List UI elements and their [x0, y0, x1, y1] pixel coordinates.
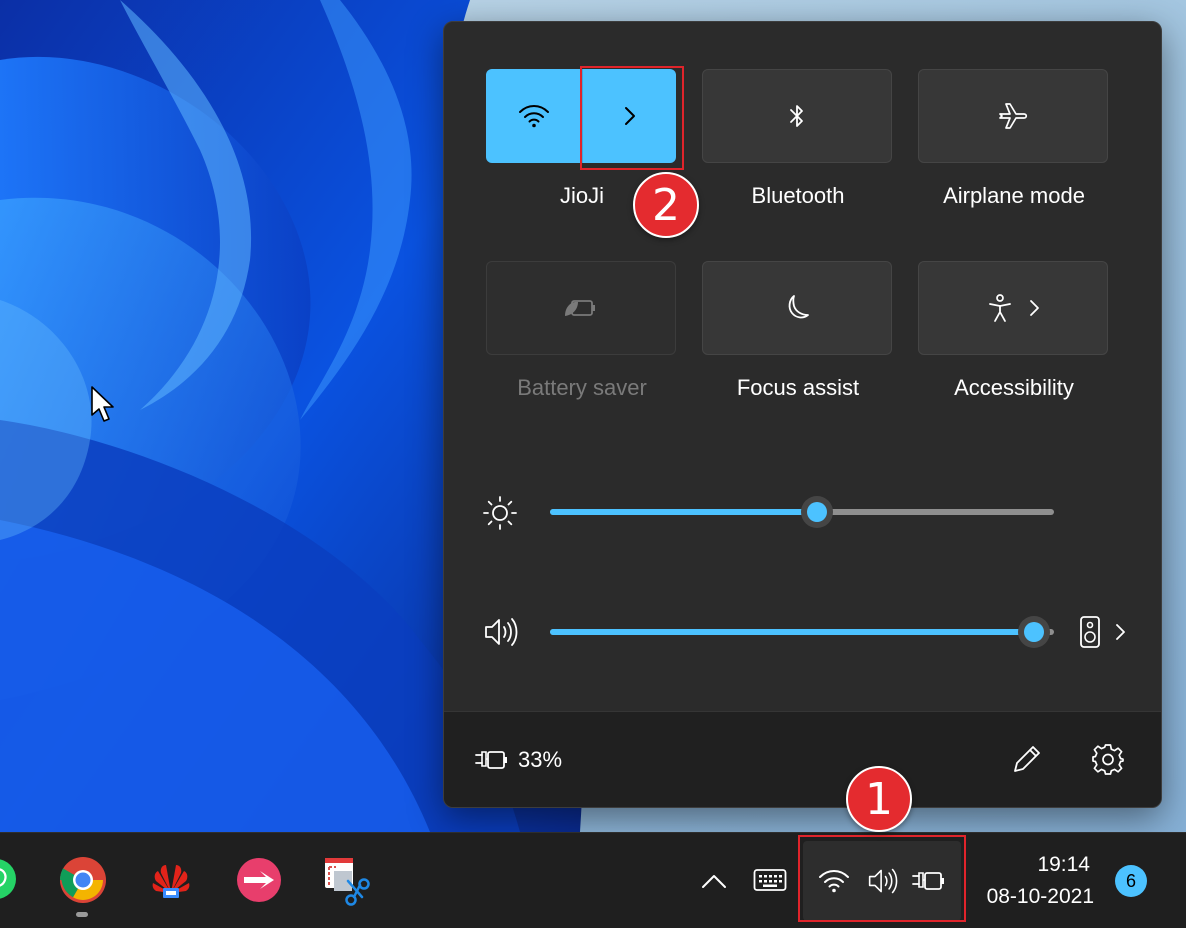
- airplane-icon: [999, 103, 1028, 129]
- wifi-icon: [519, 105, 549, 128]
- step-1-badge: 1: [846, 766, 912, 832]
- chevron-right-icon: [1116, 624, 1125, 640]
- step-2-badge: 2: [633, 172, 699, 238]
- clock-time: 19:14: [1037, 853, 1090, 876]
- mouse-cursor: [90, 385, 116, 430]
- pencil-icon[interactable]: [1011, 743, 1043, 775]
- brightness-slider-thumb[interactable]: [801, 496, 834, 528]
- whatsapp-icon[interactable]: [0, 857, 24, 907]
- wifi-expand-button[interactable]: [582, 69, 676, 163]
- accessibility-icon: [989, 294, 1011, 322]
- chevron-right-icon: [624, 107, 635, 125]
- keyboard-icon[interactable]: [753, 868, 787, 892]
- speaker-icon: [868, 868, 898, 894]
- battery-charging-icon: [912, 872, 944, 890]
- volume-slider-thumb[interactable]: [1017, 616, 1050, 648]
- speaker-icon[interactable]: [482, 615, 518, 649]
- app-icon[interactable]: [234, 855, 284, 905]
- bluetooth-icon: [790, 105, 803, 127]
- wifi-icon: [819, 870, 849, 893]
- quick-settings-footer: 33%: [444, 711, 1161, 807]
- notification-count-badge[interactable]: 6: [1115, 865, 1147, 897]
- battery-percent: 33%: [518, 747, 563, 772]
- chrome-icon[interactable]: [58, 855, 108, 917]
- snipping-tool-icon[interactable]: [322, 855, 372, 906]
- battery-saver-icon: [565, 300, 595, 316]
- accessibility-label: Accessibility: [954, 375, 1074, 400]
- clock-date: 08-10-2021: [986, 885, 1094, 908]
- brightness-slider-row: [444, 487, 1161, 537]
- focus-assist-label: Focus assist: [736, 375, 860, 400]
- audio-output-button[interactable]: [1078, 614, 1128, 650]
- accessibility-button[interactable]: [918, 261, 1108, 355]
- taskbar: 19:14 08-10-2021 6: [0, 832, 1186, 928]
- chevron-up-icon[interactable]: [700, 871, 728, 891]
- brightness-icon: [483, 496, 517, 530]
- chevron-right-icon: [1030, 300, 1039, 316]
- airplane-mode-label: Airplane mode: [943, 183, 1085, 208]
- volume-slider-row: [444, 607, 1161, 657]
- moon-icon: [788, 295, 809, 319]
- huawei-icon[interactable]: [146, 855, 196, 905]
- running-indicator: [76, 912, 88, 917]
- bluetooth-toggle-button[interactable]: [702, 69, 892, 163]
- bluetooth-label: Bluetooth: [751, 183, 845, 208]
- gear-icon[interactable]: [1092, 743, 1124, 775]
- battery-saver-toggle-button[interactable]: [486, 261, 676, 355]
- wifi-toggle-button[interactable]: [486, 69, 582, 163]
- brightness-slider[interactable]: [550, 496, 1054, 528]
- volume-slider-fill: [550, 629, 1034, 635]
- battery-charging-icon: [475, 751, 507, 769]
- speaker-device-icon: [1080, 616, 1100, 648]
- battery-status[interactable]: 33%: [474, 740, 562, 780]
- quick-settings-panel: JioJi Bluetooth Airplane mode Battery sa…: [443, 21, 1162, 808]
- focus-assist-toggle-button[interactable]: [702, 261, 892, 355]
- clock[interactable]: 19:14 08-10-2021: [960, 843, 1100, 919]
- airplane-mode-toggle-button[interactable]: [918, 69, 1108, 163]
- brightness-slider-fill: [550, 509, 818, 515]
- volume-slider[interactable]: [550, 616, 1054, 648]
- battery-saver-label: Battery saver: [517, 375, 647, 400]
- quick-settings-tray-button[interactable]: [803, 841, 961, 921]
